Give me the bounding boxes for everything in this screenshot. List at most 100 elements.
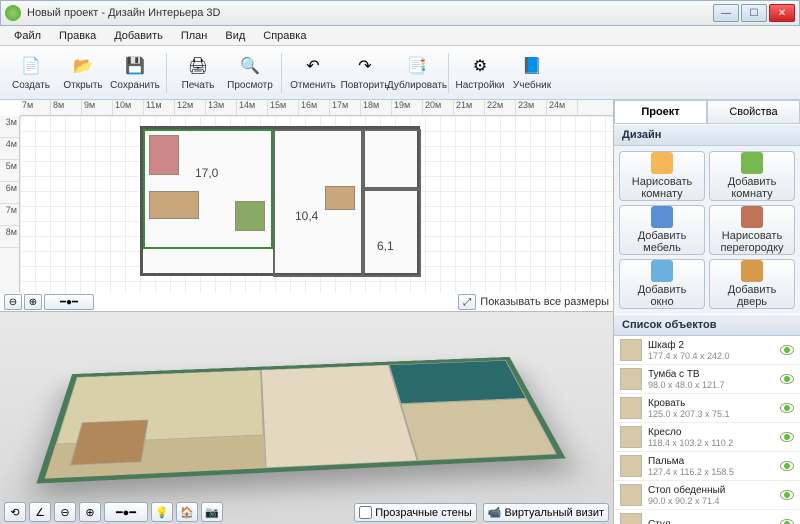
toolbar-сохранить-button[interactable]: 💾Сохранить bbox=[110, 49, 160, 97]
angle-button[interactable]: ∠ bbox=[29, 502, 51, 522]
открыть-icon: 📂 bbox=[71, 54, 95, 78]
room-3-area: 6,1 bbox=[377, 239, 394, 253]
design-button-5[interactable]: Добавить дверь bbox=[709, 259, 795, 309]
zoom-out-button[interactable]: ⊖ bbox=[4, 294, 22, 310]
object-dims: 127.4 x 116.2 x 158.5 bbox=[648, 467, 774, 477]
design-icon bbox=[741, 206, 763, 228]
ruler-vertical: 3м4м5м6м7м8м bbox=[0, 116, 20, 293]
menu-справка[interactable]: Справка bbox=[255, 28, 314, 44]
controls-3d: ⟲ ∠ ⊖ ⊕ ━●━ 💡 🏠 📷 bbox=[4, 502, 223, 522]
menubar: ФайлПравкаДобавитьПланВидСправка bbox=[0, 26, 800, 46]
object-row[interactable]: Пальма127.4 x 116.2 x 158.5 bbox=[614, 452, 800, 481]
view-3d[interactable]: ⟲ ∠ ⊖ ⊕ ━●━ 💡 🏠 📷 Прозрачные стены 📹 Вир… bbox=[0, 312, 613, 524]
furniture[interactable] bbox=[325, 186, 355, 210]
toolbar-отменить-button[interactable]: ↶Отменить bbox=[288, 49, 338, 97]
toolbar-separator bbox=[281, 53, 282, 93]
camera-button[interactable]: 📷 bbox=[201, 502, 223, 522]
camera-icon: 📹 bbox=[488, 506, 502, 519]
menu-добавить[interactable]: Добавить bbox=[106, 28, 171, 44]
object-dims: 98.0 x 48.0 x 121.7 bbox=[648, 380, 774, 390]
design-button-4[interactable]: Добавить окно bbox=[619, 259, 705, 309]
zoom-slider-3d[interactable]: ━●━ bbox=[104, 502, 148, 522]
maximize-button[interactable]: ☐ bbox=[741, 4, 767, 22]
visibility-icon[interactable] bbox=[780, 490, 794, 500]
object-row[interactable]: Стул bbox=[614, 510, 800, 524]
toolbar-создать-button[interactable]: 📄Создать bbox=[6, 49, 56, 97]
virtual-visit-button[interactable]: 📹 Виртуальный визит bbox=[483, 503, 609, 522]
visibility-icon[interactable] bbox=[780, 432, 794, 442]
show-sizes-toggle[interactable]: ⤢ Показывать все размеры bbox=[458, 293, 609, 311]
visibility-icon[interactable] bbox=[780, 403, 794, 413]
model-3d[interactable] bbox=[36, 357, 565, 484]
сохранить-icon: 💾 bbox=[123, 54, 147, 78]
minimize-button[interactable]: — bbox=[713, 4, 739, 22]
menu-вид[interactable]: Вид bbox=[217, 28, 253, 44]
design-icon bbox=[651, 152, 673, 174]
toolbar-label: Настройки bbox=[455, 80, 504, 91]
close-button[interactable]: ✕ bbox=[769, 4, 795, 22]
room-2[interactable]: 10,4 bbox=[273, 129, 363, 277]
design-icon bbox=[741, 260, 763, 282]
light-button[interactable]: 💡 bbox=[151, 502, 173, 522]
object-row[interactable]: Тумба с ТВ98.0 x 48.0 x 121.7 bbox=[614, 365, 800, 394]
object-list[interactable]: Шкаф 2177.4 x 70.4 x 242.0Тумба с ТВ98.0… bbox=[614, 336, 800, 524]
zoom-in-button[interactable]: ⊕ bbox=[24, 294, 42, 310]
canvas-2d[interactable]: 17,0 10,4 6,1 bbox=[20, 116, 613, 293]
design-button-label: Нарисовать перегородку bbox=[720, 230, 783, 254]
visibility-icon[interactable] bbox=[780, 519, 794, 524]
floorplan-2d[interactable]: 7м8м9м10м11м12м13м14м15м16м17м18м19м20м2… bbox=[0, 100, 613, 312]
room-1[interactable]: 17,0 bbox=[143, 129, 273, 249]
furniture[interactable] bbox=[149, 191, 199, 219]
tab-properties[interactable]: Свойства bbox=[707, 100, 800, 123]
design-button-label: Добавить дверь bbox=[728, 284, 777, 308]
home-button[interactable]: 🏠 bbox=[176, 502, 198, 522]
room-3[interactable]: 6,1 bbox=[363, 189, 421, 277]
object-name: Стол обеденный bbox=[648, 485, 774, 496]
tab-project[interactable]: Проект bbox=[614, 100, 707, 123]
toolbar-просмотр-button[interactable]: 🔍Просмотр bbox=[225, 49, 275, 97]
toolbar-label: Повторить bbox=[341, 80, 390, 91]
object-name: Стул bbox=[648, 519, 774, 524]
toolbar-учебник-button[interactable]: 📘Учебник bbox=[507, 49, 557, 97]
transparent-walls-checkbox[interactable] bbox=[359, 506, 372, 519]
toolbar-дублировать-button[interactable]: 📑Дублировать bbox=[392, 49, 442, 97]
menu-файл[interactable]: Файл bbox=[6, 28, 49, 44]
zoom-in-3d-button[interactable]: ⊕ bbox=[79, 502, 101, 522]
window-titlebar: Новый проект - Дизайн Интерьера 3D — ☐ ✕ bbox=[0, 0, 800, 26]
toolbar-label: Открыть bbox=[63, 80, 102, 91]
toolbar-повторить-button[interactable]: ↷Повторить bbox=[340, 49, 390, 97]
zoom-slider[interactable]: ━●━ bbox=[44, 294, 94, 310]
toolbar-открыть-button[interactable]: 📂 Открыть bbox=[58, 49, 108, 97]
show-sizes-label: Показывать все размеры bbox=[480, 296, 609, 308]
object-row[interactable]: Кресло118.4 x 103.2 x 110.2 bbox=[614, 423, 800, 452]
design-button-1[interactable]: Добавить комнату bbox=[709, 151, 795, 201]
furniture[interactable] bbox=[235, 201, 265, 231]
object-row[interactable]: Шкаф 2177.4 x 70.4 x 242.0 bbox=[614, 336, 800, 365]
toolbar: 📄Создать 📂 Открыть 💾Сохранить 🖨Печать🔍Просмо… bbox=[0, 46, 800, 100]
object-name: Шкаф 2 bbox=[648, 340, 774, 351]
design-icon bbox=[651, 206, 673, 228]
zoom-out-3d-button[interactable]: ⊖ bbox=[54, 502, 76, 522]
visibility-icon[interactable] bbox=[780, 461, 794, 471]
design-button-2[interactable]: Добавить мебель bbox=[619, 205, 705, 255]
transparent-walls-toggle[interactable]: Прозрачные стены bbox=[354, 503, 476, 522]
design-button-0[interactable]: Нарисовать комнату bbox=[619, 151, 705, 201]
dimensions-icon: ⤢ bbox=[458, 294, 476, 310]
rotate-left-button[interactable]: ⟲ bbox=[4, 502, 26, 522]
visibility-icon[interactable] bbox=[780, 345, 794, 355]
toolbar-печать-button[interactable]: 🖨Печать bbox=[173, 49, 223, 97]
design-button-label: Добавить окно bbox=[638, 284, 687, 308]
object-row[interactable]: Кровать125.0 x 207.3 x 75.1 bbox=[614, 394, 800, 423]
object-row[interactable]: Стол обеденный90.0 x 90.2 x 71.4 bbox=[614, 481, 800, 510]
печать-icon: 🖨 bbox=[186, 54, 210, 78]
floorplan-outline[interactable]: 17,0 10,4 6,1 bbox=[140, 126, 420, 276]
visibility-icon[interactable] bbox=[780, 374, 794, 384]
дублировать-icon: 📑 bbox=[405, 54, 429, 78]
design-button-3[interactable]: Нарисовать перегородку bbox=[709, 205, 795, 255]
room-3a[interactable] bbox=[363, 129, 421, 189]
furniture[interactable] bbox=[149, 135, 179, 175]
toolbar-настройки-button[interactable]: ⚙Настройки bbox=[455, 49, 505, 97]
menu-правка[interactable]: Правка bbox=[51, 28, 104, 44]
object-thumb bbox=[620, 513, 642, 524]
menu-план[interactable]: План bbox=[173, 28, 216, 44]
